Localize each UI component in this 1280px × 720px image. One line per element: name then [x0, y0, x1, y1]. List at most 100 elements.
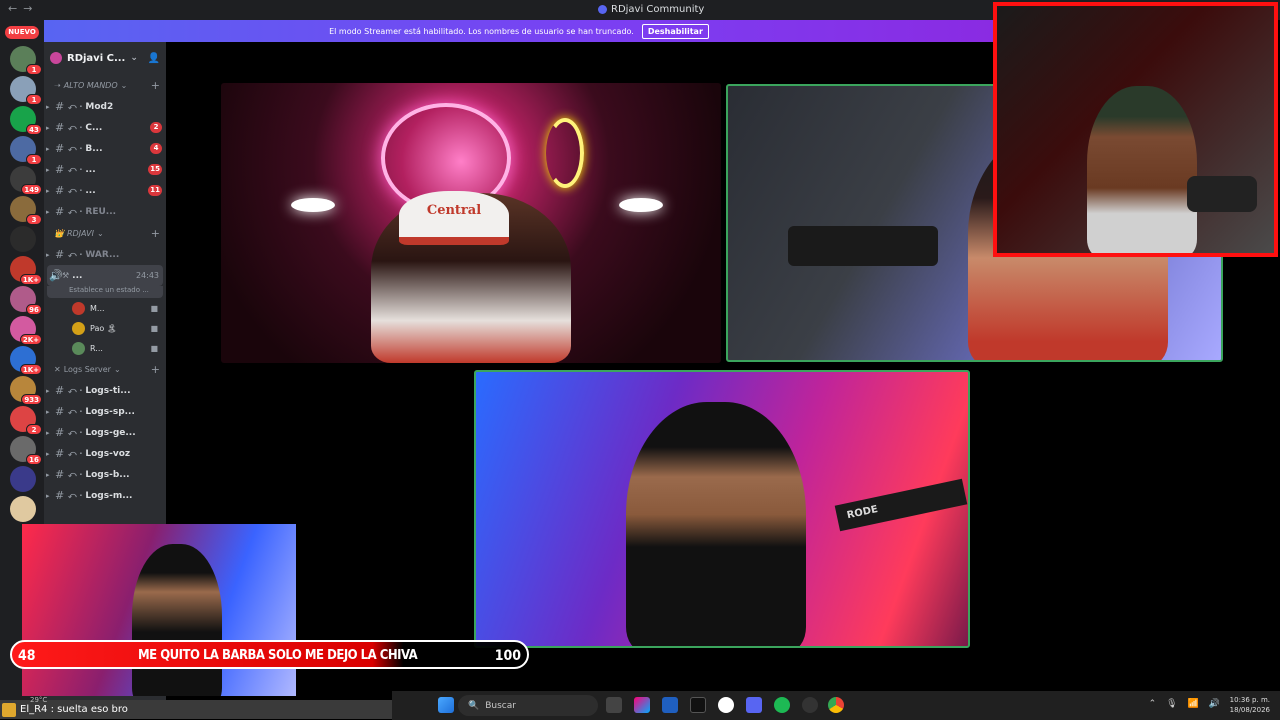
server-icon[interactable]: 1 — [10, 46, 42, 75]
mention-badge: 15 — [148, 164, 162, 175]
server-header[interactable]: RDjavi C... ⌄ 👤 — [44, 42, 166, 74]
task-view-icon[interactable] — [606, 697, 622, 713]
chevron-up-icon[interactable]: ⌃ — [1149, 699, 1157, 709]
add-channel-icon[interactable]: + — [151, 363, 160, 376]
server-mention-badge: 1 — [26, 64, 42, 75]
discord-icon[interactable] — [746, 697, 762, 713]
server-name: RDjavi C... — [67, 52, 126, 64]
server-icon[interactable]: 2 — [10, 406, 42, 435]
server-icon[interactable] — [10, 466, 36, 492]
channel-name: C... — [85, 122, 103, 133]
arrow-right-icon: ▸ — [46, 165, 50, 174]
hash-icon: # — [55, 447, 65, 460]
goal-label: ME QUITO LA BARBA SOLO ME DEJO LA CHIVA — [138, 648, 418, 663]
channel-item[interactable]: ▸ # ⤺ ·... 11 — [44, 180, 166, 201]
server-icon[interactable]: 43 — [10, 106, 42, 135]
hash-icon: # — [55, 384, 65, 397]
video-tile-1[interactable]: Central — [221, 83, 721, 363]
copilot-icon[interactable] — [634, 697, 650, 713]
server-icon[interactable]: 149 — [10, 166, 42, 195]
hash-icon: # — [55, 121, 65, 134]
windows-start-icon[interactable] — [438, 697, 454, 713]
server-icon[interactable]: 1K+ — [10, 256, 42, 285]
channel-name: Logs-m... — [85, 490, 133, 501]
participant-cam-face — [132, 544, 222, 696]
taskbar-search[interactable]: 🔍 Buscar — [458, 695, 598, 716]
new-badge[interactable]: NUEVO — [5, 26, 39, 39]
channel-name: Logs-b... — [85, 469, 130, 480]
category-rdjavi[interactable]: 👑 RDJAVI ⌄ + — [44, 222, 166, 244]
wifi-icon[interactable]: 📶 — [1188, 699, 1199, 709]
disable-streamer-mode-button[interactable]: Deshabilitar — [641, 23, 709, 39]
channel-emoji-icon: ⤺ · — [68, 206, 83, 216]
server-icon[interactable]: 1K+ — [10, 346, 42, 375]
voice-channel-name: ... — [72, 270, 83, 281]
chevron-down-icon: ⌄ — [130, 53, 138, 63]
channel-item[interactable]: ▸ # ⤺ · Logs-ti... — [44, 380, 166, 401]
voice-user[interactable]: Pao 🏝 ■ — [44, 318, 166, 338]
server-icon[interactable] — [10, 496, 36, 522]
voice-users: M... ■ Pao 🏝 ■ R... ■ — [44, 298, 166, 358]
chevron-down-icon: ⌄ — [120, 80, 128, 90]
channel-emoji-icon: ⤺ · — [68, 143, 83, 153]
store-icon[interactable] — [662, 697, 678, 713]
channel-item[interactable]: ▸ # ⤺ · WAR... — [44, 244, 166, 265]
server-mention-badge: 2 — [26, 424, 42, 435]
chat-ticker: El_R4 : suelta eso bro — [0, 700, 392, 719]
channel-item[interactable]: ▸ # ⤺ · REU... — [44, 201, 166, 222]
chrome-icon[interactable] — [828, 697, 844, 713]
server-icon[interactable]: 1 — [10, 76, 42, 105]
arrow-icon: ➝ — [54, 80, 61, 90]
microphone-icon[interactable]: 🎙 — [1166, 699, 1177, 709]
server-icon[interactable]: 16 — [10, 436, 42, 465]
server-icon[interactable]: 3 — [10, 196, 42, 225]
voice-user[interactable]: M... ■ — [44, 298, 166, 318]
server-icon[interactable] — [10, 226, 36, 252]
capcut-icon[interactable] — [690, 697, 706, 713]
add-user-icon[interactable]: 👤 — [148, 53, 160, 64]
channel-item[interactable]: ▸ # ⤺ · Mod2 — [44, 96, 166, 117]
participant-3 — [626, 402, 806, 646]
camera-icon: ■ — [150, 303, 158, 313]
channel-item[interactable]: ▸ # ⤺ · B... 4 — [44, 138, 166, 159]
category-logs-server[interactable]: ✕ Logs Server ⌄ + — [44, 358, 166, 380]
server-icon[interactable]: 1 — [10, 136, 42, 165]
back-arrow-icon[interactable]: ← — [8, 2, 23, 15]
video-tile-3[interactable]: RODE — [474, 370, 970, 648]
streamer-webcam-top — [993, 2, 1278, 257]
channel-item[interactable]: ▸ # ⤺ · Logs-b... — [44, 464, 166, 485]
hash-icon: # — [55, 489, 65, 502]
github-icon[interactable] — [718, 697, 734, 713]
category-alto-mando[interactable]: ➝ ALTO MANDO ⌄ + — [44, 74, 166, 96]
server-icon[interactable]: 96 — [10, 286, 42, 315]
wall-lamp — [619, 198, 663, 212]
server-icon[interactable]: 2K+ — [10, 316, 42, 345]
avatar — [72, 321, 85, 335]
obs-icon[interactable] — [802, 697, 818, 713]
forward-arrow-icon[interactable]: → — [23, 2, 38, 15]
clock[interactable]: 10:36 p. m. 18/08/2026 — [1230, 695, 1270, 715]
active-voice-channel[interactable]: 🔊 ⚒ ... 24:43 — [47, 265, 163, 286]
channel-item[interactable]: ▸ # ⤺ · C... 2 — [44, 117, 166, 138]
set-status-text[interactable]: Establece un estado ... — [47, 286, 163, 298]
channel-item[interactable]: ▸ # ⤺ · Logs-voz — [44, 443, 166, 464]
alto-mando-channels: ▸ # ⤺ · Mod2 ▸ # ⤺ · C... 2 ▸ # ⤺ · B... 4 ▸ # ⤺ ·... 15 ▸… — [44, 96, 166, 222]
server-icon[interactable]: 933 — [10, 376, 42, 405]
spotify-icon[interactable] — [774, 697, 790, 713]
channel-item[interactable]: ▸ # ⤺ · Logs-sp... — [44, 401, 166, 422]
server-mention-badge: 16 — [26, 454, 42, 465]
rdjavi-channels: ▸ # ⤺ · WAR... — [44, 244, 166, 265]
channel-emoji-icon: ⤺ · — [68, 164, 83, 174]
channel-item[interactable]: ▸ # ⤺ · Logs-m... — [44, 485, 166, 506]
add-channel-icon[interactable]: + — [151, 79, 160, 92]
hash-icon: # — [55, 426, 65, 439]
voice-user[interactable]: R... ■ — [44, 338, 166, 358]
channel-item[interactable]: ▸ # ⤺ ·... 15 — [44, 159, 166, 180]
channel-emoji-icon: ⤺ · — [68, 185, 83, 195]
add-channel-icon[interactable]: + — [151, 227, 160, 240]
server-mention-badge: 1K+ — [19, 364, 42, 375]
goal-max: 100 — [494, 648, 521, 664]
channel-item[interactable]: ▸ # ⤺ · Logs-ge... — [44, 422, 166, 443]
weather-widget[interactable]: 29°C — [30, 696, 47, 704]
volume-icon[interactable]: 🔊 — [1209, 699, 1220, 709]
